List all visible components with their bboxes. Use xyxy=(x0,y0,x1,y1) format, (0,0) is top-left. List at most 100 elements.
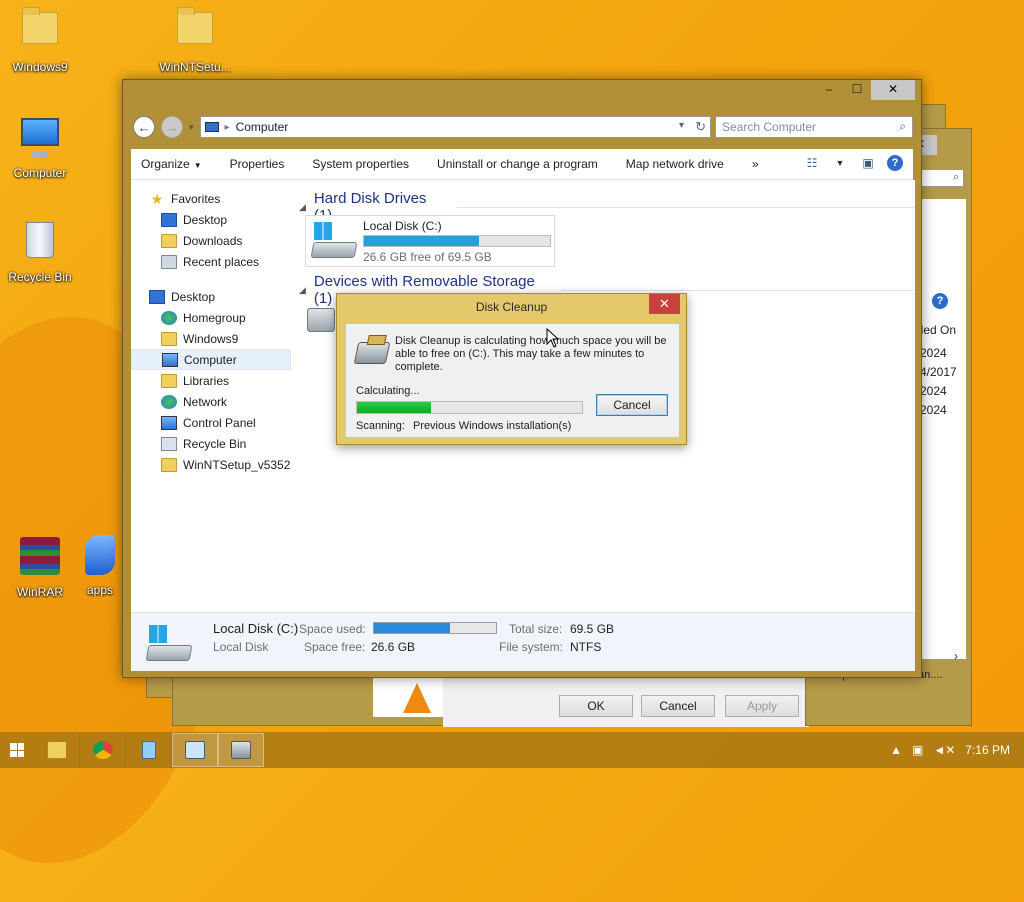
apply-button[interactable]: Apply xyxy=(725,695,799,717)
clock-time[interactable]: 7:16 PM xyxy=(965,743,1010,757)
date-cell: 2024 xyxy=(920,403,947,417)
forward-arrow-icon[interactable]: → xyxy=(161,116,183,138)
start-button[interactable] xyxy=(0,732,34,768)
chevron-down-icon[interactable]: ▼ xyxy=(831,155,849,171)
view-controls: ☷ ▼ ▣ ? xyxy=(803,155,903,171)
nav-homegroup[interactable]: Homegroup xyxy=(131,307,291,328)
nav-windows9[interactable]: Windows9 xyxy=(131,328,291,349)
taskbar-notepad[interactable] xyxy=(126,733,172,767)
organize-label: Organize xyxy=(141,157,190,171)
dialog-body: Disk Cleanup is calculating how much spa… xyxy=(345,323,680,438)
taskbar-control-panel[interactable] xyxy=(172,733,218,767)
nav-desktop-root[interactable]: Desktop xyxy=(131,286,291,307)
desktop-icon-label: Recycle Bin xyxy=(8,270,72,284)
recent-locations-chevron-icon[interactable]: ▾ xyxy=(189,122,194,133)
refresh-icon[interactable]: ↻ xyxy=(695,119,706,135)
total-size-label: Total size: xyxy=(509,622,563,636)
address-row: ← → ▾ ▸ Computer ▾ ↻ Search Computer ⌕ xyxy=(133,113,913,141)
scanning-value: Previous Windows installation(s) xyxy=(412,420,572,432)
date-cell: 2024 xyxy=(920,346,947,360)
maximize-icon[interactable]: ☐ xyxy=(843,80,871,100)
computer-icon xyxy=(18,118,62,162)
desktop-icon-windows9[interactable]: Windows9 xyxy=(0,6,80,74)
close-icon[interactable]: ✕ xyxy=(871,80,915,100)
background-list: ? lled On 2024 4/2017 2024 2024 › xyxy=(918,199,966,663)
nav-label: Desktop xyxy=(171,289,216,304)
search-placeholder: Search Computer xyxy=(722,120,817,134)
windows-logo-icon xyxy=(10,743,24,757)
nav-favorites[interactable]: ★ Favorites xyxy=(131,188,291,209)
notepad-icon xyxy=(141,741,156,759)
nav-label: Homegroup xyxy=(183,310,246,325)
desktop-icon-winntsetup[interactable]: WinNTSetu... xyxy=(155,6,235,74)
chevron-down-icon: ▼ xyxy=(193,161,202,170)
scroll-right-icon[interactable]: › xyxy=(954,649,958,663)
change-view-icon[interactable]: ☷ xyxy=(803,155,821,171)
collapse-triangle-icon[interactable]: ◢ xyxy=(299,285,306,296)
cancel-button[interactable]: Cancel xyxy=(641,695,715,717)
folder-icon xyxy=(173,7,217,56)
nav-desktop[interactable]: Desktop xyxy=(131,209,291,230)
taskbar-chrome[interactable] xyxy=(80,733,126,767)
search-icon[interactable]: ⌕ xyxy=(899,119,906,134)
minimize-icon[interactable]: ‒ xyxy=(815,80,843,100)
desktop-icon-computer[interactable]: Computer xyxy=(0,114,80,180)
nav-control-panel[interactable]: Control Panel xyxy=(131,412,291,433)
preview-pane-icon[interactable]: ▣ xyxy=(859,155,877,171)
network-icon[interactable]: ▣ xyxy=(912,743,923,757)
map-network-drive-button[interactable]: Map network drive xyxy=(626,157,724,171)
organize-menu[interactable]: Organize ▼ xyxy=(141,157,202,171)
computer-icon xyxy=(204,122,219,132)
address-dropdown-icon[interactable]: ▾ xyxy=(679,120,684,131)
help-icon[interactable]: ? xyxy=(887,155,903,171)
drive-tile-local-disk-c[interactable]: Local Disk (C:) 26.6 GB free of 69.5 GB xyxy=(305,215,555,267)
taskbar-disk-cleanup[interactable] xyxy=(218,733,264,767)
system-properties-button[interactable]: System properties xyxy=(312,157,409,171)
navigation-pane: ★ Favorites Desktop Downloads Recent plac… xyxy=(131,180,291,612)
more-commands-button[interactable]: » xyxy=(752,157,759,171)
back-arrow-icon[interactable]: ← xyxy=(133,116,155,138)
uninstall-program-button[interactable]: Uninstall or change a program xyxy=(437,157,598,171)
nav-libraries[interactable]: Libraries xyxy=(131,370,291,391)
desktop-icon-winrar[interactable]: WinRAR xyxy=(0,533,80,599)
control-panel-icon xyxy=(161,415,177,430)
removable-drive-icon[interactable] xyxy=(307,308,335,332)
address-bar[interactable]: ▸ Computer ▾ ↻ xyxy=(199,116,711,138)
dialog-title: Disk Cleanup xyxy=(475,300,548,314)
collapse-triangle-icon[interactable]: ◢ xyxy=(299,202,306,213)
desktop-icon-apps[interactable]: apps xyxy=(72,533,128,597)
show-hidden-icons-icon[interactable]: ▲ xyxy=(890,743,902,757)
nav-computer[interactable]: Computer xyxy=(131,349,291,370)
taskbar-file-explorer[interactable] xyxy=(34,733,80,767)
search-input[interactable]: Search Computer ⌕ xyxy=(715,116,913,138)
desktop-icon xyxy=(161,212,177,227)
nav-downloads[interactable]: Downloads xyxy=(131,230,291,251)
system-tray: ▲ ▣ ◄✕ 7:16 PM xyxy=(890,732,1024,768)
space-used-bar xyxy=(373,622,497,634)
nav-winntsetup[interactable]: WinNTSetup_v5352 xyxy=(131,454,291,475)
help-icon[interactable]: ? xyxy=(932,293,948,309)
desktop-icon-recycle-bin[interactable]: Recycle Bin xyxy=(0,218,80,284)
nav-network[interactable]: Network xyxy=(131,391,291,412)
date-cell: 4/2017 xyxy=(920,365,957,379)
chrome-icon xyxy=(92,741,113,759)
file-explorer-icon xyxy=(46,741,67,759)
disk-cleanup-dialog: Disk Cleanup ✕ Disk Cleanup is calculati… xyxy=(336,293,687,445)
taskbar: ▲ ▣ ◄✕ 7:16 PM xyxy=(0,732,1024,768)
breadcrumb-separator-icon[interactable]: ▸ xyxy=(225,122,230,133)
nav-label: Network xyxy=(183,394,228,409)
nav-label: Downloads xyxy=(183,233,243,248)
speaker-muted-icon[interactable]: ◄✕ xyxy=(933,743,955,757)
group-divider xyxy=(456,206,915,208)
nav-recycle-bin[interactable]: Recycle Bin xyxy=(131,433,291,454)
background-search-box[interactable]: ⌕ xyxy=(916,169,964,187)
space-free-value: 26.6 GB xyxy=(371,640,416,654)
command-bar: Organize ▼ Properties System properties U… xyxy=(131,149,913,180)
cancel-button[interactable]: Cancel xyxy=(596,394,668,416)
nav-recent-places[interactable]: Recent places xyxy=(131,251,291,272)
breadcrumb-computer[interactable]: Computer xyxy=(236,120,289,134)
close-icon[interactable]: ✕ xyxy=(649,294,680,314)
properties-button[interactable]: Properties xyxy=(230,157,285,171)
nav-label: Control Panel xyxy=(183,415,256,430)
ok-button[interactable]: OK xyxy=(559,695,633,717)
